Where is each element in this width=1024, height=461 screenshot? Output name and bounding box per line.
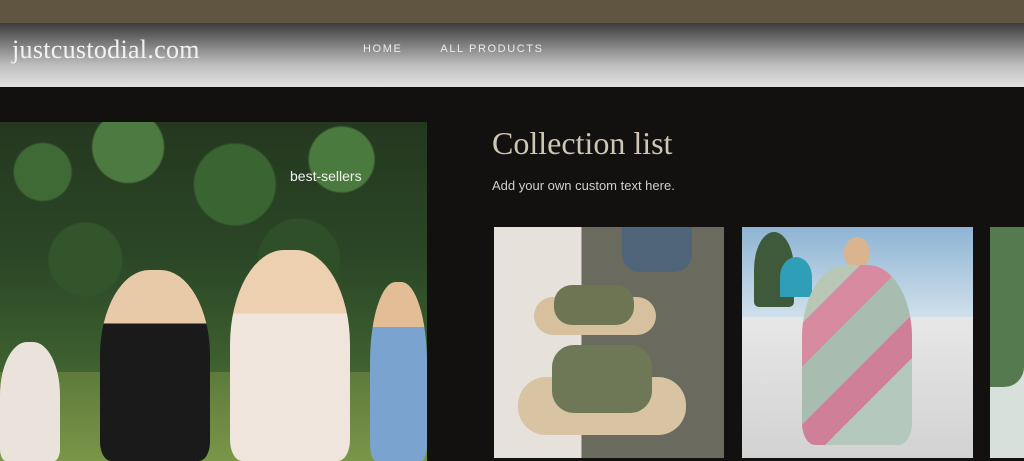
nav-home-link[interactable]: HOME	[363, 43, 402, 55]
nav-all-products-link[interactable]: ALL PRODUCTS	[440, 43, 543, 55]
dome	[780, 257, 812, 297]
collection-card-partial[interactable]	[990, 227, 1024, 458]
site-header: justcustodial.com HOME ALL PRODUCTS	[0, 23, 1024, 87]
hero-person-floral-dress	[230, 250, 350, 461]
hero-person-blue-dress	[370, 282, 427, 461]
hero-label[interactable]: best-sellers	[290, 168, 362, 184]
main-nav: HOME ALL PRODUCTS	[363, 43, 544, 55]
plant	[990, 227, 1024, 387]
floral-dress	[802, 265, 912, 445]
hero-person-black-dress	[100, 270, 210, 461]
collection-card-sandals[interactable]	[494, 227, 724, 458]
collection-subtitle: Add your own custom text here.	[492, 178, 675, 193]
sandal-bottom-strap	[552, 345, 652, 413]
site-logo[interactable]: justcustodial.com	[12, 35, 200, 65]
jeans-leg	[622, 227, 692, 272]
hero-person-left	[0, 342, 60, 461]
top-announcement-bar	[0, 0, 1024, 23]
collection-card-dress[interactable]	[742, 227, 973, 458]
hero-image-best-sellers[interactable]: best-sellers	[0, 122, 427, 461]
sandal-top-strap	[554, 285, 634, 325]
hero-grass	[0, 372, 427, 461]
collection-title: Collection list	[492, 125, 673, 161]
hero-foliage	[0, 122, 427, 372]
